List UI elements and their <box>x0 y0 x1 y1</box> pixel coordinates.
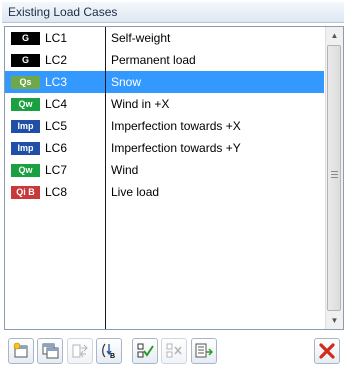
load-type-badge: G <box>11 54 40 67</box>
copy-load-case-icon <box>42 343 59 359</box>
load-case-row[interactable]: Qw LC4 Wind in +X <box>5 93 324 115</box>
delete-icon <box>319 343 335 359</box>
uncheck-all-button[interactable] <box>161 338 187 364</box>
load-type-badge: Qw <box>11 164 40 177</box>
load-case-description: Snow <box>111 75 142 89</box>
check-all-button[interactable] <box>132 338 158 364</box>
uncheck-all-icon <box>166 343 182 358</box>
panel-header: Existing Load Cases <box>2 2 344 23</box>
load-case-name: LC1 <box>45 31 68 45</box>
load-case-settings-icon: B <box>102 343 115 360</box>
import-button[interactable] <box>191 338 217 364</box>
column-separator <box>105 27 106 329</box>
load-case-settings-button[interactable]: B <box>96 338 122 364</box>
load-case-row[interactable]: G LC2 Permanent load <box>5 49 324 71</box>
load-type-badge: Imp <box>11 142 40 155</box>
load-case-row[interactable]: Qs LC3 Snow <box>5 71 324 93</box>
load-case-row[interactable]: Imp LC6 Imperfection towards +Y <box>5 137 324 159</box>
check-all-icon <box>137 343 154 358</box>
scroll-down-arrow-icon[interactable]: ▼ <box>326 312 343 329</box>
load-type-badge: Qi B <box>11 186 40 199</box>
load-case-description: Imperfection towards +X <box>111 119 241 133</box>
load-case-row[interactable]: Qw LC7 Wind <box>5 159 324 181</box>
renumber-icon <box>72 344 88 358</box>
load-case-row[interactable]: Imp LC5 Imperfection towards +X <box>5 115 324 137</box>
load-type-badge: Qs <box>11 76 40 89</box>
load-case-name: LC4 <box>45 97 68 111</box>
new-load-case-icon <box>13 342 28 358</box>
load-case-name: LC8 <box>45 185 68 199</box>
copy-load-case-button[interactable] <box>37 338 63 364</box>
scroll-up-arrow-icon[interactable]: ▲ <box>326 27 343 44</box>
load-case-name: LC7 <box>45 163 68 177</box>
vertical-scrollbar[interactable]: ▲ ▼ <box>325 27 343 329</box>
scrollbar-grip-icon <box>331 171 338 180</box>
load-case-description: Wind <box>111 163 139 177</box>
load-case-row[interactable]: Qi B LC8 Live load <box>5 181 324 203</box>
load-case-description: Live load <box>111 185 160 199</box>
delete-button[interactable] <box>314 338 340 364</box>
load-case-description: Self-weight <box>111 31 171 45</box>
import-icon <box>195 343 213 358</box>
load-case-name: LC5 <box>45 119 68 133</box>
load-case-description: Permanent load <box>111 53 196 67</box>
load-case-row[interactable]: G LC1 Self-weight <box>5 27 324 49</box>
load-case-name: LC6 <box>45 141 68 155</box>
renumber-button[interactable] <box>67 338 93 364</box>
svg-text:B: B <box>110 353 115 360</box>
load-case-name: LC3 <box>45 75 68 89</box>
load-case-description: Wind in +X <box>111 97 170 111</box>
load-type-badge: Imp <box>11 120 40 133</box>
load-case-name: LC2 <box>45 53 68 67</box>
panel-title: Existing Load Cases <box>8 5 118 19</box>
load-case-description: Imperfection towards +Y <box>111 141 241 155</box>
load-type-badge: Qw <box>11 98 40 111</box>
load-case-list[interactable]: G LC1 Self-weight G LC2 Permanent load Qs LC3 Sn… <box>4 26 344 330</box>
load-type-badge: G <box>11 32 40 45</box>
new-load-case-button[interactable] <box>8 338 34 364</box>
list-toolbar: B <box>0 332 348 370</box>
scrollbar-thumb[interactable] <box>327 45 341 311</box>
